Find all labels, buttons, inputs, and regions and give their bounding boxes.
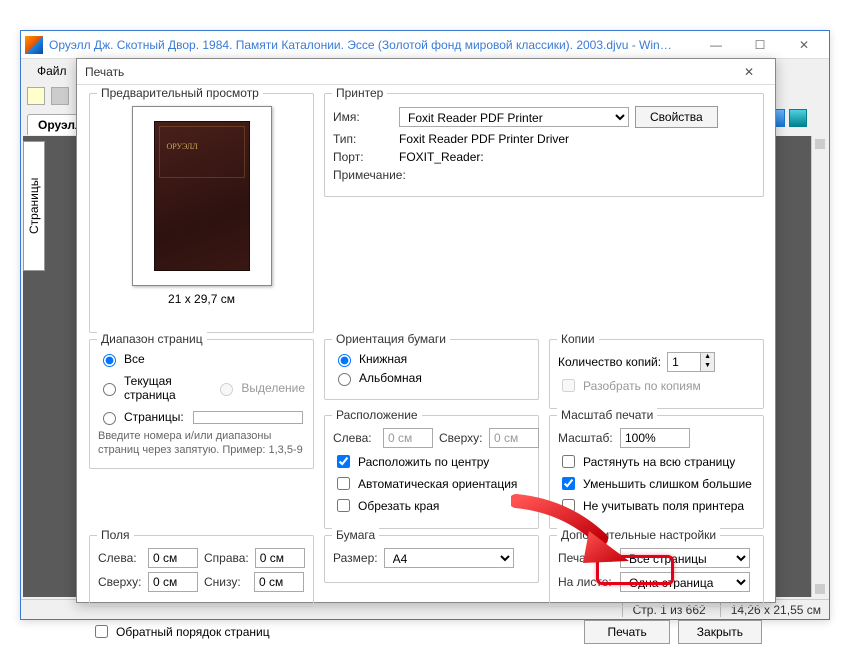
app-icon bbox=[25, 36, 43, 54]
sidebar-tab-pages[interactable]: Страницы bbox=[23, 141, 45, 271]
radio-selection: Выделение bbox=[215, 380, 305, 396]
checkbox-fit[interactable]: Растянуть на всю страницу bbox=[558, 452, 755, 471]
minimize-button[interactable]: — bbox=[695, 34, 737, 56]
checkbox-reverse[interactable]: Обратный порядок страниц bbox=[91, 622, 270, 641]
checkbox-collate: Разобрать по копиям bbox=[558, 376, 755, 395]
group-copies: Копии Количество копий: ▲▼ Разобрать по … bbox=[549, 339, 764, 409]
copies-spinner[interactable]: ▲▼ bbox=[667, 352, 715, 372]
titlebar: Оруэлл Дж. Скотный Двор. 1984. Памяти Ка… bbox=[21, 31, 829, 59]
group-paper: Бумага Размер:A4 bbox=[324, 535, 539, 583]
paper-size-select[interactable]: A4 bbox=[384, 548, 514, 568]
radio-current[interactable]: Текущая страница bbox=[98, 374, 199, 402]
preview-title: Предварительный просмотр bbox=[97, 86, 263, 100]
printer-properties-button[interactable]: Свойства bbox=[635, 106, 718, 128]
print-button[interactable]: Печать bbox=[584, 620, 669, 644]
group-printer: Принтер Имя: Foxit Reader PDF Printer Св… bbox=[324, 93, 764, 197]
close-window-button[interactable]: ✕ bbox=[783, 34, 825, 56]
offset-left-input[interactable] bbox=[383, 428, 433, 448]
dialog-footer: Обратный порядок страниц Печать Закрыть bbox=[89, 613, 764, 650]
group-margins: Поля Слева: Справа: Сверху: Снизу: bbox=[89, 535, 314, 607]
pages-input[interactable] bbox=[193, 411, 303, 424]
window-title: Оруэлл Дж. Скотный Двор. 1984. Памяти Ка… bbox=[49, 38, 695, 52]
radio-portrait[interactable]: Книжная bbox=[333, 351, 530, 367]
maximize-button[interactable]: ☐ bbox=[739, 34, 781, 56]
checkbox-crop[interactable]: Обрезать края bbox=[333, 496, 530, 515]
group-preview: Предварительный просмотр ОРУЭЛЛ 21 x 29,… bbox=[89, 93, 314, 333]
group-extra: Дополнительные настройки Печатать:Все ст… bbox=[549, 535, 764, 607]
close-button[interactable]: Закрыть bbox=[678, 620, 762, 644]
radio-all[interactable]: Все bbox=[98, 351, 305, 367]
checkbox-shrink[interactable]: Уменьшить слишком большие bbox=[558, 474, 755, 493]
group-scale: Масштаб печати Масштаб: Растянуть на всю… bbox=[549, 415, 764, 529]
dialog-close-button[interactable]: ✕ bbox=[731, 65, 767, 79]
print-icon[interactable] bbox=[51, 87, 69, 105]
checkbox-center[interactable]: Расположить по центру bbox=[333, 452, 530, 471]
vertical-scrollbar[interactable] bbox=[811, 136, 827, 597]
open-icon[interactable] bbox=[27, 87, 45, 105]
print-subset-select[interactable]: Все страницы bbox=[620, 548, 750, 568]
radio-pages[interactable]: Страницы: bbox=[98, 409, 305, 425]
dialog-title: Печать bbox=[85, 65, 124, 79]
preview-dims: 21 x 29,7 см bbox=[98, 292, 305, 306]
margin-right-input[interactable] bbox=[255, 548, 305, 568]
group-range: Диапазон страниц Все Текущая страница Вы… bbox=[89, 339, 314, 469]
margin-bottom-input[interactable] bbox=[254, 572, 304, 592]
margin-left-input[interactable] bbox=[148, 548, 198, 568]
preview-book-cover: ОРУЭЛЛ bbox=[154, 121, 250, 271]
menu-file[interactable]: Файл bbox=[29, 62, 75, 80]
radio-landscape[interactable]: Альбомная bbox=[333, 370, 530, 386]
offset-top-input[interactable] bbox=[489, 428, 539, 448]
checkbox-ignore-margins[interactable]: Не учитывать поля принтера bbox=[558, 496, 755, 515]
tool-facing-icon[interactable] bbox=[789, 109, 807, 127]
checkbox-autoorient[interactable]: Автоматическая ориентация bbox=[333, 474, 530, 493]
scale-input[interactable] bbox=[620, 428, 690, 448]
group-orientation: Ориентация бумаги Книжная Альбомная bbox=[324, 339, 539, 400]
pages-per-sheet-select[interactable]: Одна страница bbox=[620, 572, 750, 592]
printer-select[interactable]: Foxit Reader PDF Printer bbox=[399, 107, 629, 127]
margin-top-input[interactable] bbox=[148, 572, 198, 592]
group-layout: Расположение Слева: Сверху: Расположить … bbox=[324, 415, 539, 529]
print-dialog: Печать ✕ Предварительный просмотр ОРУЭЛЛ… bbox=[76, 58, 776, 603]
dialog-titlebar: Печать ✕ bbox=[77, 59, 775, 85]
preview-page: ОРУЭЛЛ bbox=[132, 106, 272, 286]
main-window: Оруэлл Дж. Скотный Двор. 1984. Памяти Ка… bbox=[20, 30, 830, 620]
